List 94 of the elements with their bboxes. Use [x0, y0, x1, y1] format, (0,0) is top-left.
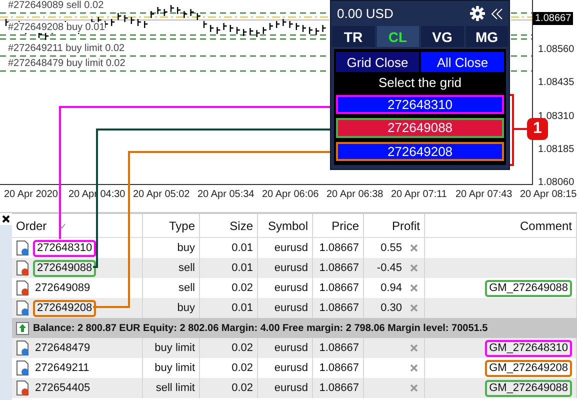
column-header[interactable]: Profit — [392, 218, 420, 232]
order-price: 1.08667 — [319, 302, 359, 314]
order-profit: 0.55 — [380, 242, 402, 254]
order-type: buy limit — [154, 342, 195, 354]
order-number: 272649211 — [34, 362, 90, 374]
price-label: 1.08060 — [537, 176, 576, 190]
order-price: 1.08667 — [319, 242, 359, 254]
order-document-icon — [16, 280, 30, 296]
time-label: 20 Apr 07:43 — [456, 188, 512, 200]
time-label: 20 Apr 07:11 — [391, 188, 447, 200]
order-comment: GM_272649088 — [485, 380, 572, 396]
order-number: 272648310 — [33, 240, 96, 256]
order-document-icon — [16, 260, 30, 276]
price-label: 1.08435 — [537, 76, 576, 90]
order-line-label: #272649208 buy 0.01 — [8, 22, 105, 33]
close-icon[interactable] — [2, 215, 10, 223]
grid-button[interactable]: 272649088 — [336, 118, 504, 138]
order-type: buy — [177, 242, 195, 254]
time-label: 20 Apr 05:02 — [133, 188, 190, 200]
order-type: sell limit — [156, 382, 195, 394]
time-label: 20 Apr 06:38 — [326, 188, 384, 200]
order-size: 0.01 — [232, 242, 253, 254]
order-profit: -0.45 — [376, 262, 402, 274]
column-header[interactable]: Symbol — [268, 218, 308, 232]
settings-icon[interactable] — [470, 6, 485, 21]
close-action-button[interactable]: All Close — [421, 52, 504, 72]
price-label: 1.08560 — [537, 43, 576, 56]
column-header[interactable]: Order — [16, 218, 47, 232]
order-symbol: eurusd — [274, 262, 308, 274]
order-comment: GM_272648310 — [485, 340, 572, 356]
arrow-up-icon — [16, 322, 29, 334]
order-document-icon — [16, 360, 30, 376]
grid-button[interactable]: 272648310 — [336, 95, 504, 114]
order-size: 0.02 — [232, 382, 253, 394]
column-header[interactable]: Size — [230, 218, 253, 232]
order-type: sell — [178, 282, 195, 294]
panel-tab[interactable]: TR — [332, 26, 374, 47]
order-price: 1.08667 — [319, 362, 359, 374]
account-summary: Balance: 2 800.87 EUR Equity: 2 802.06 Margin: 4.00 Free margin: 2 798.06 Margin level: 70051.5 — [33, 322, 488, 334]
order-price: 1.08667 — [319, 262, 359, 274]
order-line-label: #272648479 buy limit 0.02 — [8, 58, 126, 69]
order-size: 0.01 — [232, 262, 253, 274]
order-number: 272654405 — [34, 382, 92, 394]
panel-tab[interactable]: MG — [466, 26, 508, 47]
order-number: 272648479 — [34, 342, 92, 354]
column-header[interactable]: Type — [168, 218, 195, 232]
order-profit: 0.30 — [380, 302, 402, 314]
order-symbol: eurusd — [274, 242, 308, 254]
order-symbol: eurusd — [274, 302, 308, 314]
grid-button[interactable]: 272649208 — [336, 142, 504, 161]
sort-icon — [58, 222, 66, 228]
price-label: 1.08185 — [537, 142, 576, 156]
callout-badge: 1 — [527, 118, 548, 140]
balance-label: 0.00 USD — [337, 6, 394, 21]
order-number: 272649208 — [33, 300, 96, 316]
time-label: 20 Apr 05:34 — [198, 188, 254, 200]
order-price: 1.08667 — [319, 342, 359, 354]
order-profit: 0.94 — [380, 282, 402, 294]
time-label: 20 Apr 06:06 — [262, 188, 319, 200]
order-comment: GM_272649208 — [485, 360, 572, 376]
order-document-icon — [16, 340, 30, 356]
order-number: 272649089 — [34, 282, 92, 294]
order-symbol: eurusd — [274, 342, 308, 354]
order-size: 0.02 — [232, 362, 253, 374]
panel-tab[interactable]: VG — [421, 26, 464, 47]
order-document-icon — [16, 240, 30, 256]
order-type: buy limit — [154, 362, 195, 374]
select-grid-prompt: Select the grid — [377, 74, 463, 92]
order-symbol: eurusd — [274, 362, 308, 374]
order-document-icon — [16, 300, 30, 316]
order-type: sell — [178, 262, 195, 274]
price-label: 1.08667 — [533, 12, 574, 25]
order-size: 0.02 — [232, 282, 253, 294]
order-size: 0.01 — [232, 302, 253, 314]
panel-tab[interactable]: CL — [376, 26, 419, 47]
time-label: 20 Apr 2020 — [4, 188, 58, 200]
order-symbol: eurusd — [274, 282, 308, 294]
order-price: 1.08667 — [319, 382, 359, 394]
column-header[interactable]: Price — [332, 218, 359, 232]
close-action-button[interactable]: Grid Close — [336, 52, 419, 72]
price-level-lines-drawing — [510, 12, 532, 72]
order-symbol: eurusd — [274, 382, 308, 394]
order-price: 1.08667 — [319, 282, 359, 294]
order-document-icon — [16, 380, 30, 396]
time-label: 20 Apr 04:30 — [68, 188, 126, 200]
collapse-icon[interactable] — [491, 8, 503, 20]
order-line-label: #272649211 buy limit 0.02 — [8, 43, 125, 54]
time-label: 20 Apr 08:15 — [520, 188, 577, 200]
column-header[interactable]: Comment — [520, 218, 572, 232]
order-line-label: #272649089 sell 0.02 — [8, 0, 104, 11]
order-number: 272649088 — [33, 260, 96, 276]
order-size: 0.02 — [232, 342, 253, 354]
order-comment: GM_272649088 — [485, 280, 572, 296]
order-type: buy — [177, 302, 195, 314]
